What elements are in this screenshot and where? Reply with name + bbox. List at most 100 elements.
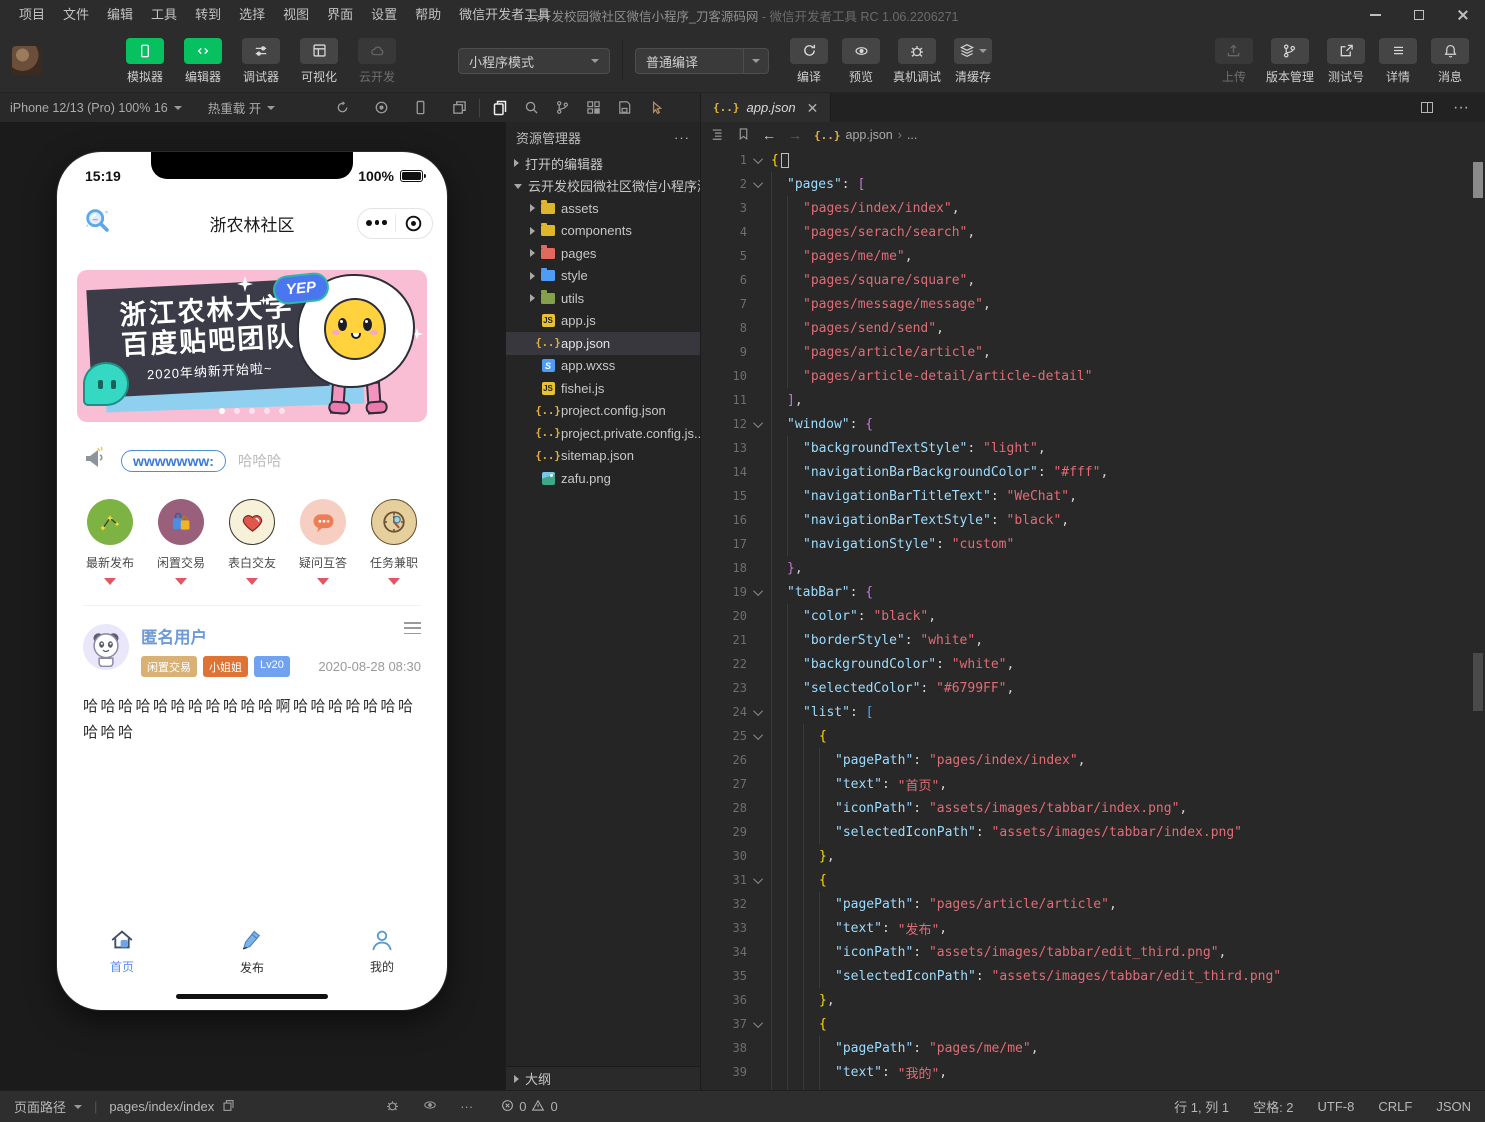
back-icon[interactable]: ←: [762, 127, 776, 143]
code-line-21[interactable]: 21"borderStyle": "white",: [701, 628, 1471, 652]
line-ending[interactable]: CRLF: [1378, 1099, 1412, 1114]
code-line-11[interactable]: 11],: [701, 388, 1471, 412]
code-line-25[interactable]: 25{: [701, 724, 1471, 748]
menu-转到[interactable]: 转到: [186, 0, 230, 30]
fold-chevron-icon[interactable]: [753, 1018, 763, 1028]
code-line-7[interactable]: 7"pages/message/message",: [701, 292, 1471, 316]
action-消息[interactable]: 消息: [1427, 38, 1473, 85]
code-line-30[interactable]: 30},: [701, 844, 1471, 868]
tabbar-item-发布[interactable]: 发布: [187, 927, 317, 976]
copy-icon[interactable]: [222, 1099, 235, 1115]
device-select[interactable]: iPhone 12/13 (Pro) 100% 16: [10, 101, 182, 115]
notice-marquee[interactable]: wwwwwww: 哈哈哈: [83, 446, 447, 475]
editor-scrollbar[interactable]: [1471, 148, 1485, 1090]
code-line-6[interactable]: 6"pages/square/square",: [701, 268, 1471, 292]
grid-item-疑问互答[interactable]: 疑问互答: [294, 499, 352, 585]
code-line-3[interactable]: 3"pages/index/index",: [701, 196, 1471, 220]
tree-file-sitemap.json[interactable]: {..}sitemap.json: [506, 445, 700, 468]
tree-file-fishei.js[interactable]: JSfishei.js: [506, 377, 700, 400]
tabbar-item-我的[interactable]: 我的: [317, 927, 447, 976]
fold-column[interactable]: [747, 709, 771, 716]
code-line-23[interactable]: 23"selectedColor": "#6799FF",: [701, 676, 1471, 700]
menu-编辑[interactable]: 编辑: [98, 0, 142, 30]
indent-setting[interactable]: 空格: 2: [1253, 1097, 1293, 1116]
code-line-13[interactable]: 13"backgroundTextStyle": "light",: [701, 436, 1471, 460]
code-area[interactable]: 1{2"pages": [3"pages/index/index",4"page…: [701, 148, 1471, 1090]
tab-close-icon[interactable]: ✕: [807, 101, 819, 115]
touch-hand-icon[interactable]: [648, 100, 663, 115]
menu-文件[interactable]: 文件: [54, 0, 98, 30]
user-avatar[interactable]: [12, 46, 42, 76]
tree-file-app.json[interactable]: {..}app.json: [506, 332, 700, 355]
code-line-14[interactable]: 14"navigationBarBackgroundColor": "#fff"…: [701, 460, 1471, 484]
language-mode[interactable]: JSON: [1436, 1099, 1471, 1114]
encoding[interactable]: UTF-8: [1318, 1099, 1355, 1114]
fold-column[interactable]: [747, 733, 771, 740]
grid-item-最新发布[interactable]: 最新发布: [81, 499, 139, 585]
menu-帮助[interactable]: 帮助: [406, 0, 450, 30]
fold-chevron-icon[interactable]: [753, 418, 763, 428]
problems-indicator[interactable]: 0 0: [501, 1099, 557, 1115]
grid-item-任务兼职[interactable]: 任务兼职: [365, 499, 423, 585]
fold-column[interactable]: [747, 1021, 771, 1028]
page-path-label[interactable]: 页面路径: [14, 1097, 66, 1116]
carousel-dot[interactable]: [219, 408, 225, 414]
code-line-24[interactable]: 24"list": [: [701, 700, 1471, 724]
scrollbar-thumb[interactable]: [1473, 162, 1483, 198]
panel-button-编辑器[interactable]: 编辑器: [178, 38, 228, 85]
code-line-33[interactable]: 33"text": "发布",: [701, 916, 1471, 940]
code-line-28[interactable]: 28"iconPath": "assets/images/tabbar/inde…: [701, 796, 1471, 820]
tree-file-project.config.json[interactable]: {..}project.config.json: [506, 400, 700, 423]
code-line-18[interactable]: 18},: [701, 556, 1471, 580]
code-line-35[interactable]: 35"selectedIconPath": "assets/images/tab…: [701, 964, 1471, 988]
code-line-8[interactable]: 8"pages/send/send",: [701, 316, 1471, 340]
carousel-dot[interactable]: [264, 408, 270, 414]
action-真机调试[interactable]: 真机调试: [889, 38, 945, 85]
search-icon[interactable]: [524, 100, 539, 115]
close-button[interactable]: [1441, 0, 1485, 30]
code-line-20[interactable]: 20"color": "black",: [701, 604, 1471, 628]
post-card[interactable]: 匿名用户 闲置交易小姐姐Lv20 2020-08-28 08:30 哈哈哈哈哈哈…: [83, 605, 421, 745]
avatar[interactable]: [83, 624, 129, 670]
panel-button-调试器[interactable]: 调试器: [236, 38, 286, 85]
banner-carousel[interactable]: 浙江农林大学 百度贴吧团队 2020年纳新开始啦~ YEP: [77, 270, 427, 422]
code-line-10[interactable]: 10"pages/article-detail/article-detail": [701, 364, 1471, 388]
tree-file-app.wxss[interactable]: Sapp.wxss: [506, 355, 700, 378]
fold-column[interactable]: [747, 589, 771, 596]
more-icon[interactable]: ···: [460, 1099, 473, 1114]
code-line-4[interactable]: 4"pages/serach/search",: [701, 220, 1471, 244]
rotate-icon[interactable]: [335, 100, 350, 115]
scheme-branch-icon[interactable]: [555, 100, 570, 115]
fold-chevron-icon[interactable]: [753, 730, 763, 740]
panel-button-模拟器[interactable]: 模拟器: [120, 38, 170, 85]
code-line-27[interactable]: 27"text": "首页",: [701, 772, 1471, 796]
menu-视图[interactable]: 视图: [274, 0, 318, 30]
multi-window-icon[interactable]: [452, 100, 467, 115]
compile-mode-select[interactable]: 普通编译: [635, 48, 769, 74]
code-line-16[interactable]: 16"navigationBarTextStyle": "black",: [701, 508, 1471, 532]
record-icon[interactable]: [374, 100, 389, 115]
fold-column[interactable]: [747, 157, 771, 164]
fold-chevron-icon[interactable]: [753, 706, 763, 716]
breadcrumb-more[interactable]: ...: [907, 128, 917, 142]
code-line-37[interactable]: 37{: [701, 1012, 1471, 1036]
code-line-1[interactable]: 1{: [701, 148, 1471, 172]
bug-icon[interactable]: [385, 1098, 400, 1116]
widget-layout-icon[interactable]: [586, 100, 601, 115]
outline-section[interactable]: 大纲: [506, 1066, 700, 1090]
code-line-29[interactable]: 29"selectedIconPath": "assets/images/tab…: [701, 820, 1471, 844]
code-line-26[interactable]: 26"pagePath": "pages/index/index",: [701, 748, 1471, 772]
tabbar-item-首页[interactable]: 首页: [57, 927, 187, 976]
grid-item-表白交友[interactable]: 表白交友: [223, 499, 281, 585]
fold-column[interactable]: [747, 181, 771, 188]
action-清缓存[interactable]: 清缓存: [949, 38, 997, 85]
code-line-31[interactable]: 31{: [701, 868, 1471, 892]
search-icon[interactable]: [83, 206, 113, 241]
menu-工具[interactable]: 工具: [142, 0, 186, 30]
code-line-36[interactable]: 36},: [701, 988, 1471, 1012]
post-username[interactable]: 匿名用户: [141, 624, 421, 648]
fold-chevron-icon[interactable]: [753, 154, 763, 164]
code-line-22[interactable]: 22"backgroundColor": "white",: [701, 652, 1471, 676]
menu-项目[interactable]: 项目: [10, 0, 54, 30]
eye-icon[interactable]: [422, 1098, 438, 1115]
